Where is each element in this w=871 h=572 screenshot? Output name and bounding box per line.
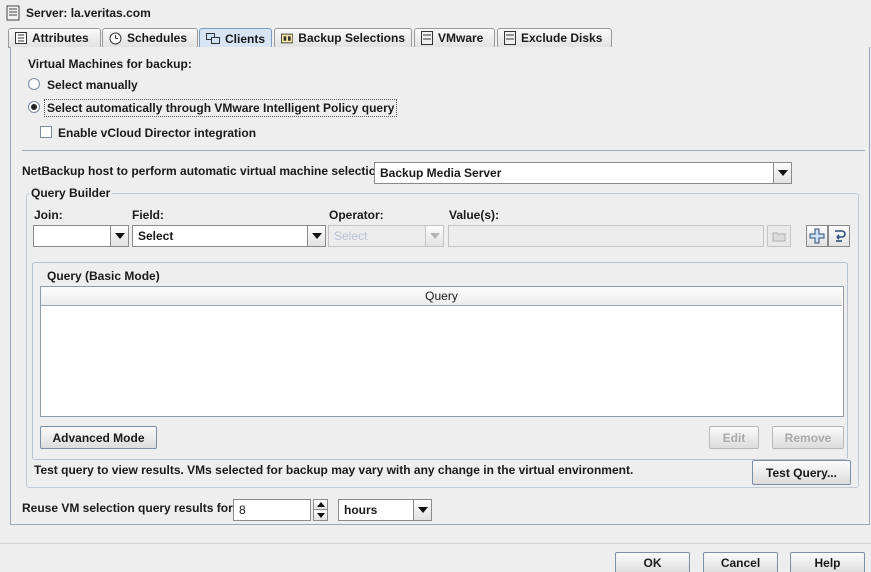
netbackup-host-dropdown-button[interactable] [773,162,792,184]
server-icon [6,5,20,21]
tab-label: VMware [438,31,484,45]
tab-vmware[interactable]: VMware [414,28,495,47]
query-builder-title: Query Builder [29,186,113,200]
vcloud-label[interactable]: Enable vCloud Director integration [58,126,256,140]
query-table[interactable]: Query [40,286,844,417]
exclude-disks-icon [504,31,516,45]
test-query-button[interactable]: Test Query... [752,460,851,485]
chevron-down-icon [429,233,440,239]
tab-label: Clients [224,31,265,46]
advanced-mode-button[interactable]: Advanced Mode [40,426,157,449]
reuse-label: Reuse VM selection query results for: [22,501,237,515]
replace-icon [835,230,846,242]
chevron-up-icon [316,502,325,507]
ok-button[interactable]: OK [615,552,690,572]
field-label: Field: [132,208,164,222]
folder-icon [772,232,786,241]
help-button[interactable]: Help [790,552,865,572]
select-automatically-label[interactable]: Select automatically through VMware Inte… [44,99,398,117]
advanced-mode-label: Advanced Mode [52,430,145,445]
field-dropdown-button[interactable] [307,225,326,247]
footer-divider [0,543,871,544]
tab-attributes[interactable]: Attributes [8,28,101,47]
tab-schedules[interactable]: Schedules [102,28,198,47]
section-divider [22,150,865,151]
join-dropdown-button[interactable] [110,225,129,247]
ok-label: OK [643,556,662,570]
spinner-up-button[interactable] [313,499,328,510]
field-value: Select [138,229,174,243]
vcloud-checkbox[interactable] [40,126,52,138]
tab-strip: Attributes Schedules Clients Backup Sele… [0,28,871,48]
chevron-down-icon [114,233,125,239]
operator-select: Select [328,225,426,247]
values-input [448,225,764,247]
test-query-note: Test query to view results. VMs selected… [34,463,634,477]
reuse-unit-select[interactable]: hours [338,499,414,521]
reuse-unit-dropdown-button[interactable] [413,499,432,521]
netbackup-host-value: Backup Media Server [380,166,502,180]
cancel-button[interactable]: Cancel [703,552,778,572]
operator-value: Select [334,229,368,243]
clients-icon [206,32,220,44]
tab-label: Exclude Disks [521,31,603,45]
query-column-label: Query [425,289,458,303]
cancel-label: Cancel [720,556,761,570]
vm-backup-heading: Virtual Machines for backup: [28,57,192,71]
select-manually-label[interactable]: Select manually [47,78,138,92]
reuse-value-input[interactable]: 8 [233,499,311,521]
browse-values-button [767,225,791,247]
reuse-unit-value: hours [344,503,378,517]
join-label: Join: [34,208,63,222]
query-column-header[interactable]: Query [41,287,842,306]
netbackup-host-select[interactable]: Backup Media Server [374,162,774,184]
chevron-down-icon [777,170,788,176]
backup-selections-icon [281,33,294,43]
attributes-icon [15,32,27,44]
join-select[interactable] [33,225,111,247]
chevron-down-icon [417,507,428,513]
chevron-down-icon [316,512,325,518]
query-panel-title: Query (Basic Mode) [47,269,160,283]
tab-label: Attributes [32,31,89,45]
field-select[interactable]: Select [132,225,308,247]
vmware-icon [421,31,433,45]
select-automatically-radio[interactable] [28,101,40,113]
tab-exclude-disks[interactable]: Exclude Disks [497,28,612,47]
plus-icon [809,228,825,244]
edit-button: Edit [709,426,759,449]
help-label: Help [814,556,841,570]
operator-label: Operator: [329,208,384,222]
select-manually-radio[interactable] [28,78,40,90]
operator-dropdown-button [425,225,444,247]
spinner-down-button[interactable] [313,510,328,521]
tab-backup-selections[interactable]: Backup Selections [274,28,412,47]
remove-label: Remove [784,430,832,445]
netbackup-host-label: NetBackup host to perform automatic virt… [22,164,388,178]
reuse-spinner[interactable] [313,499,328,521]
edit-label: Edit [722,430,746,445]
remove-button: Remove [772,426,844,449]
reuse-value: 8 [239,503,246,517]
tab-clients[interactable]: Clients [199,28,272,48]
values-label: Value(s): [449,208,500,222]
chevron-down-icon [311,233,322,239]
schedules-icon [109,32,122,44]
replace-condition-button[interactable] [828,225,850,247]
test-query-label: Test Query... [766,465,837,480]
window-titlebar: Server: la.veritas.com [0,0,871,26]
window-title: Server: la.veritas.com [26,6,151,20]
tab-label: Backup Selections [298,31,405,45]
add-condition-button[interactable] [806,225,828,247]
tab-label: Schedules [127,31,188,45]
